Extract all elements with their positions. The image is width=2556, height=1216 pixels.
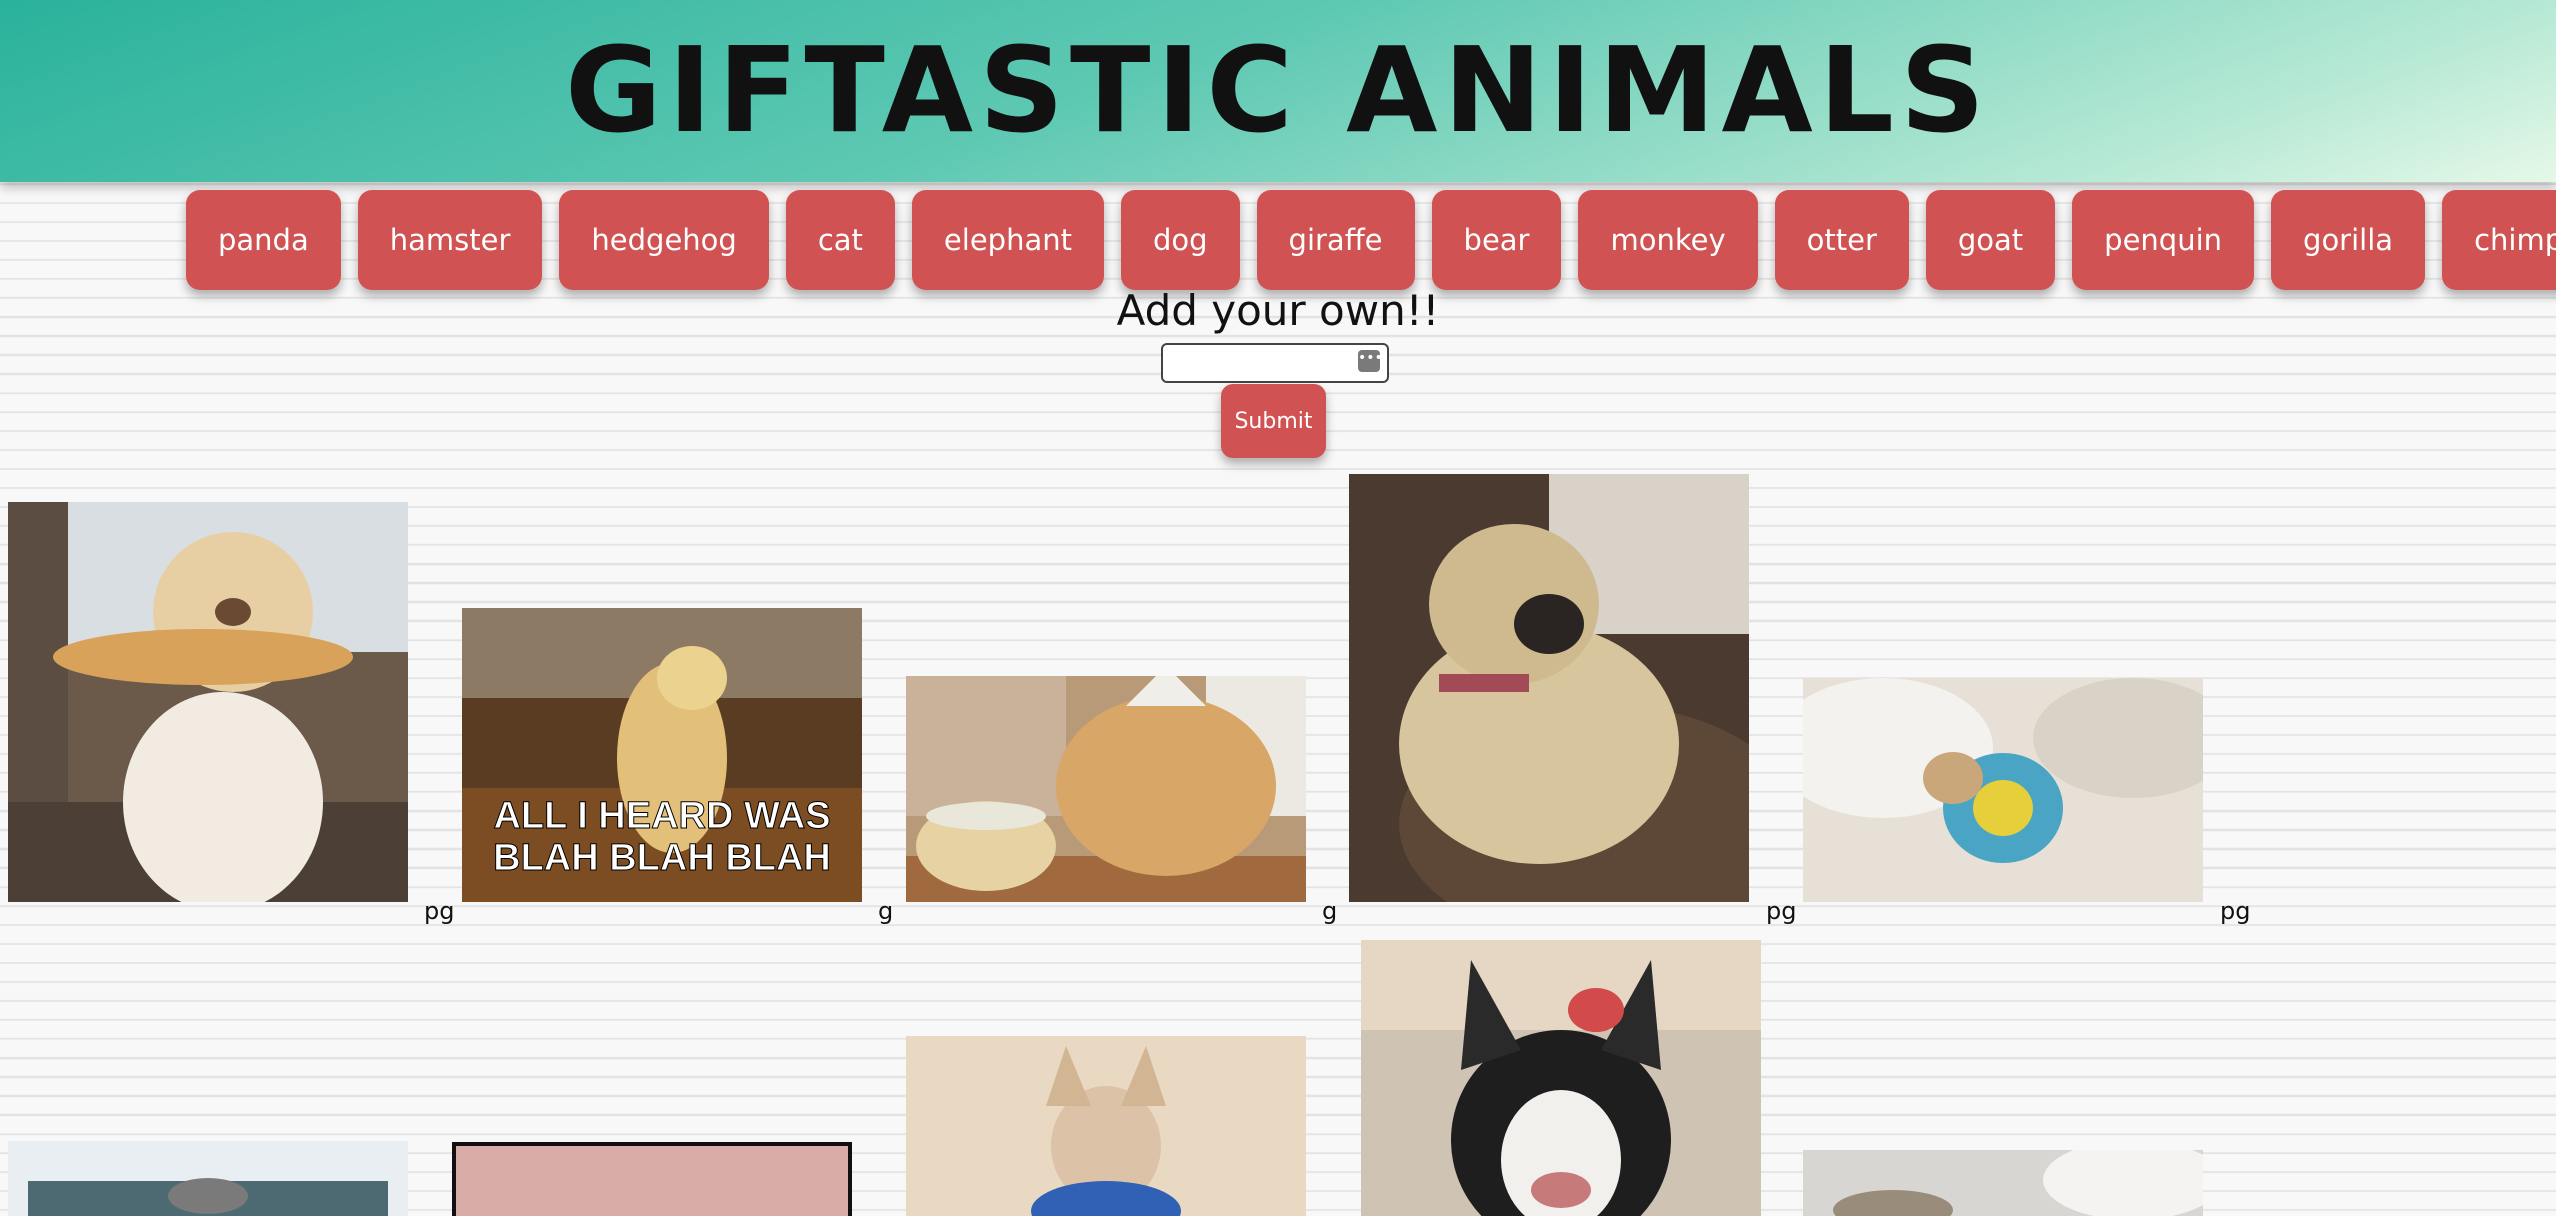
page-title: GIFTASTIC ANIMALS — [565, 21, 1991, 159]
gif-rating: pg — [424, 897, 455, 925]
animal-button-hedgehog[interactable]: hedgehog — [559, 190, 769, 290]
gif-cat-table[interactable] — [8, 1141, 408, 1216]
animal-button-otter[interactable]: otter — [1774, 190, 1909, 290]
animal-button-hamster[interactable]: hamster — [357, 190, 543, 290]
gif-rating: pg — [1766, 897, 1797, 925]
gif-caption-line-1: ALL I HEARD WAS — [493, 795, 830, 837]
animal-button-dog[interactable]: dog — [1120, 190, 1240, 290]
animal-button-elephant[interactable]: elephant — [911, 190, 1104, 290]
header-banner: GIFTASTIC ANIMALS — [0, 0, 2556, 182]
gif-chihuahua[interactable] — [906, 1036, 1306, 1216]
animal-button-cat[interactable]: cat — [785, 190, 895, 290]
gif-rating: g — [1322, 897, 1338, 925]
gif-cat-bed[interactable] — [1803, 1150, 2203, 1216]
animal-button-chimpanzee[interactable]: chimpanzee — [2442, 190, 2556, 290]
add-animal-input[interactable] — [1161, 343, 1389, 383]
gif-caption-line-2: BLAH BLAH BLAH — [493, 837, 831, 879]
gif-pink-frame[interactable] — [452, 1142, 852, 1216]
gif-dog-hotdog[interactable] — [8, 502, 408, 902]
submit-button[interactable]: Submit — [1221, 384, 1326, 458]
animal-button-gorilla[interactable]: gorilla — [2271, 190, 2426, 290]
autofill-dots-icon[interactable]: ••• — [1358, 350, 1383, 372]
animal-button-bear[interactable]: bear — [1431, 190, 1562, 290]
animal-button-goat[interactable]: goat — [1925, 190, 2056, 290]
gif-pug-couch[interactable] — [1349, 474, 1749, 902]
animal-button-monkey[interactable]: monkey — [1578, 190, 1758, 290]
gif-dog-birthday-cake[interactable] — [906, 676, 1306, 902]
gif-french-bulldog[interactable] — [1361, 940, 1761, 1216]
gif-shiba-dancing[interactable]: ALL I HEARD WAS BLAH BLAH BLAH — [462, 608, 862, 902]
animal-button-giraffe[interactable]: giraffe — [1256, 190, 1415, 290]
animal-button-panda[interactable]: panda — [186, 190, 341, 290]
animal-button-penquin[interactable]: penquin — [2072, 190, 2255, 290]
gif-rating: g — [878, 897, 894, 925]
gif-rating: pg — [2220, 897, 2251, 925]
add-your-own-label: Add your own!! — [1116, 286, 1440, 335]
gif-pug-pajamas[interactable] — [1803, 678, 2203, 902]
animal-button-bar: panda hamster hedgehog cat elephant dog … — [186, 190, 2556, 290]
